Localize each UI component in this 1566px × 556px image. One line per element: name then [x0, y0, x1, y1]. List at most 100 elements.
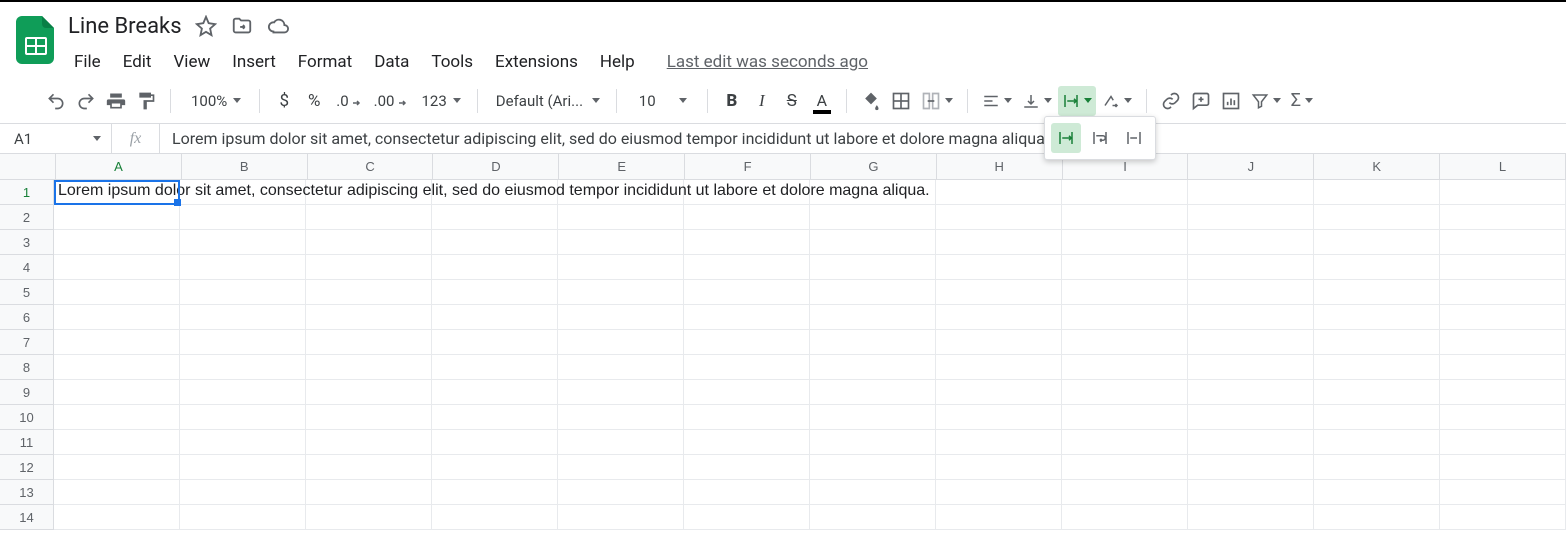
cell-D14[interactable] — [432, 505, 558, 530]
row-header-5[interactable]: 5 — [0, 280, 54, 305]
cell-H1[interactable] — [936, 180, 1062, 205]
font-size-dropdown[interactable]: 10 — [627, 86, 697, 116]
menu-extensions[interactable]: Extensions — [485, 48, 588, 76]
cell-J1[interactable] — [1188, 180, 1314, 205]
cell-I9[interactable] — [1062, 380, 1188, 405]
cell-L6[interactable] — [1440, 305, 1566, 330]
cell-A11[interactable] — [54, 430, 180, 455]
row-header-9[interactable]: 9 — [0, 380, 54, 405]
vertical-align-dropdown[interactable] — [1018, 86, 1056, 116]
cell-A13[interactable] — [54, 480, 180, 505]
cell-L3[interactable] — [1440, 230, 1566, 255]
number-format-dropdown[interactable]: 123 — [414, 86, 467, 116]
cell-I11[interactable] — [1062, 430, 1188, 455]
cell-D6[interactable] — [432, 305, 558, 330]
cell-F2[interactable] — [684, 205, 810, 230]
cell-I12[interactable] — [1062, 455, 1188, 480]
menu-view[interactable]: View — [163, 48, 220, 76]
spreadsheet-grid[interactable]: ABCDEFGHIJKL 1Lorem ipsum dolor sit amet… — [0, 154, 1566, 530]
row-header-10[interactable]: 10 — [0, 405, 54, 430]
row-header-1[interactable]: 1 — [0, 180, 54, 205]
cell-K5[interactable] — [1314, 280, 1440, 305]
decrease-decimal-button[interactable]: .0 — [330, 86, 365, 116]
cell-D2[interactable] — [432, 205, 558, 230]
insert-chart-button[interactable] — [1217, 86, 1245, 116]
cell-E14[interactable] — [558, 505, 684, 530]
cell-J12[interactable] — [1188, 455, 1314, 480]
cell-I3[interactable] — [1062, 230, 1188, 255]
cell-L13[interactable] — [1440, 480, 1566, 505]
cell-J9[interactable] — [1188, 380, 1314, 405]
cell-I14[interactable] — [1062, 505, 1188, 530]
cell-B1[interactable] — [180, 180, 306, 205]
cell-G14[interactable] — [810, 505, 936, 530]
cell-C9[interactable] — [306, 380, 432, 405]
cell-F7[interactable] — [684, 330, 810, 355]
cell-B12[interactable] — [180, 455, 306, 480]
menu-format[interactable]: Format — [288, 48, 362, 76]
cell-K4[interactable] — [1314, 255, 1440, 280]
column-header-E[interactable]: E — [559, 154, 685, 179]
cell-H5[interactable] — [936, 280, 1062, 305]
cell-C5[interactable] — [306, 280, 432, 305]
cell-B10[interactable] — [180, 405, 306, 430]
menu-help[interactable]: Help — [590, 48, 645, 76]
cell-H9[interactable] — [936, 380, 1062, 405]
cell-I10[interactable] — [1062, 405, 1188, 430]
cell-K12[interactable] — [1314, 455, 1440, 480]
cell-B13[interactable] — [180, 480, 306, 505]
cell-C6[interactable] — [306, 305, 432, 330]
cell-G9[interactable] — [810, 380, 936, 405]
cell-K3[interactable] — [1314, 230, 1440, 255]
cell-G12[interactable] — [810, 455, 936, 480]
cell-L4[interactable] — [1440, 255, 1566, 280]
cell-I5[interactable] — [1062, 280, 1188, 305]
cell-B11[interactable] — [180, 430, 306, 455]
cell-G11[interactable] — [810, 430, 936, 455]
zoom-dropdown[interactable]: 100% — [181, 86, 249, 116]
cell-F13[interactable] — [684, 480, 810, 505]
column-header-D[interactable]: D — [433, 154, 559, 179]
cell-E7[interactable] — [558, 330, 684, 355]
cell-E11[interactable] — [558, 430, 684, 455]
horizontal-align-dropdown[interactable] — [978, 86, 1016, 116]
cell-H6[interactable] — [936, 305, 1062, 330]
cell-D10[interactable] — [432, 405, 558, 430]
cell-C14[interactable] — [306, 505, 432, 530]
cell-F8[interactable] — [684, 355, 810, 380]
name-box[interactable]: A1 — [0, 124, 112, 153]
filter-dropdown[interactable] — [1247, 86, 1285, 116]
cell-C1[interactable] — [306, 180, 432, 205]
italic-button[interactable]: I — [748, 86, 776, 116]
cell-B14[interactable] — [180, 505, 306, 530]
cell-H12[interactable] — [936, 455, 1062, 480]
cell-K8[interactable] — [1314, 355, 1440, 380]
cell-J4[interactable] — [1188, 255, 1314, 280]
cell-B4[interactable] — [180, 255, 306, 280]
cell-G4[interactable] — [810, 255, 936, 280]
cell-F10[interactable] — [684, 405, 810, 430]
cell-F14[interactable] — [684, 505, 810, 530]
cell-A14[interactable] — [54, 505, 180, 530]
cell-E9[interactable] — [558, 380, 684, 405]
cell-E12[interactable] — [558, 455, 684, 480]
cell-C3[interactable] — [306, 230, 432, 255]
column-header-F[interactable]: F — [685, 154, 811, 179]
cell-A3[interactable] — [54, 230, 180, 255]
cell-K13[interactable] — [1314, 480, 1440, 505]
cell-C12[interactable] — [306, 455, 432, 480]
cell-B3[interactable] — [180, 230, 306, 255]
cell-D3[interactable] — [432, 230, 558, 255]
cell-A12[interactable] — [54, 455, 180, 480]
cell-H7[interactable] — [936, 330, 1062, 355]
row-header-13[interactable]: 13 — [0, 480, 54, 505]
cell-G13[interactable] — [810, 480, 936, 505]
cell-C11[interactable] — [306, 430, 432, 455]
cell-I2[interactable] — [1062, 205, 1188, 230]
cell-L12[interactable] — [1440, 455, 1566, 480]
cell-K2[interactable] — [1314, 205, 1440, 230]
wrap-option-wrap[interactable] — [1085, 123, 1115, 153]
column-header-L[interactable]: L — [1440, 154, 1566, 179]
cell-L11[interactable] — [1440, 430, 1566, 455]
text-wrap-dropdown[interactable] — [1058, 86, 1096, 116]
